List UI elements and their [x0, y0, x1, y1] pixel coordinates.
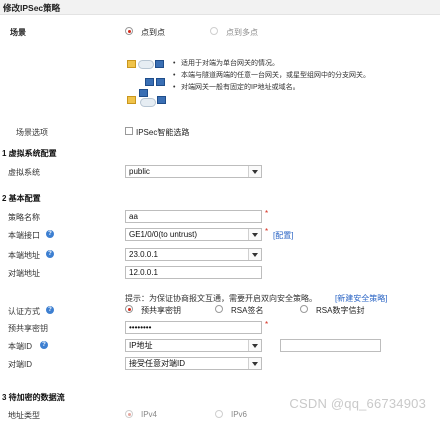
auth-method-label: 认证方式 — [8, 307, 40, 316]
local-addr-select[interactable]: 23.0.0.1 — [125, 248, 262, 261]
security-policy-hint: 提示：为保证协商报文互通，需要开启双向安全策略。 — [125, 294, 317, 303]
addr-type-radio-ipv6[interactable] — [215, 410, 223, 418]
scene-info-item: 本端与隧道两端的任意一台网关，或星型组网中的分支网关。 — [173, 70, 370, 82]
required-marker: * — [265, 320, 269, 329]
peer-id-select-value: 接受任意对端ID — [129, 359, 185, 368]
section-vsys-title: 1 虚拟系统配置 — [2, 149, 57, 158]
scene-info-list: 适用于对端为单台网关的情况。 本端与隧道两端的任意一台网关，或星型组网中的分支网… — [173, 58, 370, 94]
vsys-select[interactable]: public — [125, 165, 262, 178]
section-basic-title: 2 基本配置 — [2, 194, 41, 203]
peer-id-select[interactable]: 接受任意对端ID — [125, 357, 262, 370]
chevron-down-icon — [248, 340, 261, 351]
section-dataflow-title: 3 待加密的数据流 — [2, 393, 65, 402]
vsys-select-value: public — [129, 167, 150, 176]
help-icon[interactable]: ? — [46, 306, 54, 314]
required-marker: * — [265, 209, 269, 218]
help-icon[interactable]: ? — [46, 230, 54, 238]
addr-type-ipv6-label: IPv6 — [231, 410, 248, 419]
scene-info-box: 适用于对端为单台网关的情况。 本端与隧道两端的任意一台网关，或星型组网中的分支网… — [125, 52, 370, 110]
local-id-select-value: IP地址 — [129, 341, 153, 350]
peer-addr-label: 对端地址 — [8, 269, 40, 278]
dialog-title: 修改IPSec策略 — [3, 3, 61, 13]
help-icon[interactable]: ? — [40, 341, 48, 349]
scene-option-p2mp-label: 点到多点 — [226, 28, 258, 37]
local-iface-select[interactable]: GE1/0/0(to untrust) — [125, 228, 262, 241]
addr-type-ipv4-label: IPv4 — [141, 410, 158, 419]
scene-options-label: 场景选项 — [16, 128, 48, 137]
auth-option-rsa-sign-label: RSA签名 — [231, 306, 264, 315]
local-iface-select-value: GE1/0/0(to untrust) — [129, 230, 198, 239]
addr-type-radio-ipv4[interactable] — [125, 410, 133, 418]
auth-option-rsa-envelope-label: RSA数字信封 — [316, 306, 365, 315]
network-topology-icon — [125, 52, 169, 110]
auth-radio-rsa-sign[interactable] — [215, 305, 223, 313]
auth-radio-rsa-envelope[interactable] — [300, 305, 308, 313]
auth-option-psk-label: 预共享密钥 — [141, 306, 181, 315]
policy-name-input[interactable]: aa — [125, 210, 262, 223]
auth-radio-psk[interactable] — [125, 305, 133, 313]
chevron-down-icon — [248, 229, 261, 240]
new-security-policy-link[interactable]: [新建安全策略] — [335, 293, 387, 304]
scene-radio-p2mp[interactable] — [210, 27, 218, 35]
scene-radio-p2p[interactable] — [125, 27, 133, 35]
psk-label: 预共享密钥 — [8, 324, 48, 333]
local-addr-select-value: 23.0.0.1 — [129, 250, 158, 259]
chevron-down-icon — [248, 358, 261, 369]
local-id-select[interactable]: IP地址 — [125, 339, 262, 352]
addr-type-label: 地址类型 — [8, 411, 40, 420]
local-id-label: 本端ID — [8, 342, 32, 351]
chevron-down-icon — [248, 166, 261, 177]
scene-info-item: 对端网关一般有固定的IP地址或域名。 — [173, 82, 370, 94]
scene-label: 场景 — [10, 28, 26, 37]
peer-addr-input[interactable]: 12.0.0.1 — [125, 266, 262, 279]
scene-option-p2p-label: 点到点 — [141, 28, 165, 37]
chevron-down-icon — [248, 249, 261, 260]
local-addr-label: 本端地址 — [8, 251, 40, 260]
local-iface-label: 本端接口 — [8, 231, 40, 240]
help-icon[interactable]: ? — [46, 250, 54, 258]
scene-info-item: 适用于对端为单台网关的情况。 — [173, 58, 370, 70]
watermark: CSDN @qq_66734903 — [289, 396, 426, 411]
peer-id-label: 对端ID — [8, 360, 32, 369]
ipsec-smart-route-label: IPSec智能选路 — [136, 128, 190, 137]
ipsec-smart-route-checkbox[interactable] — [125, 127, 133, 135]
required-marker: * — [265, 227, 269, 236]
dialog-title-bar: 修改IPSec策略 — [0, 0, 440, 15]
policy-name-label: 策略名称 — [8, 213, 40, 222]
local-id-value-input[interactable] — [280, 339, 381, 352]
vsys-label: 虚拟系统 — [8, 168, 40, 177]
psk-input[interactable]: •••••••• — [125, 321, 262, 334]
config-link[interactable]: [配置] — [273, 230, 293, 241]
